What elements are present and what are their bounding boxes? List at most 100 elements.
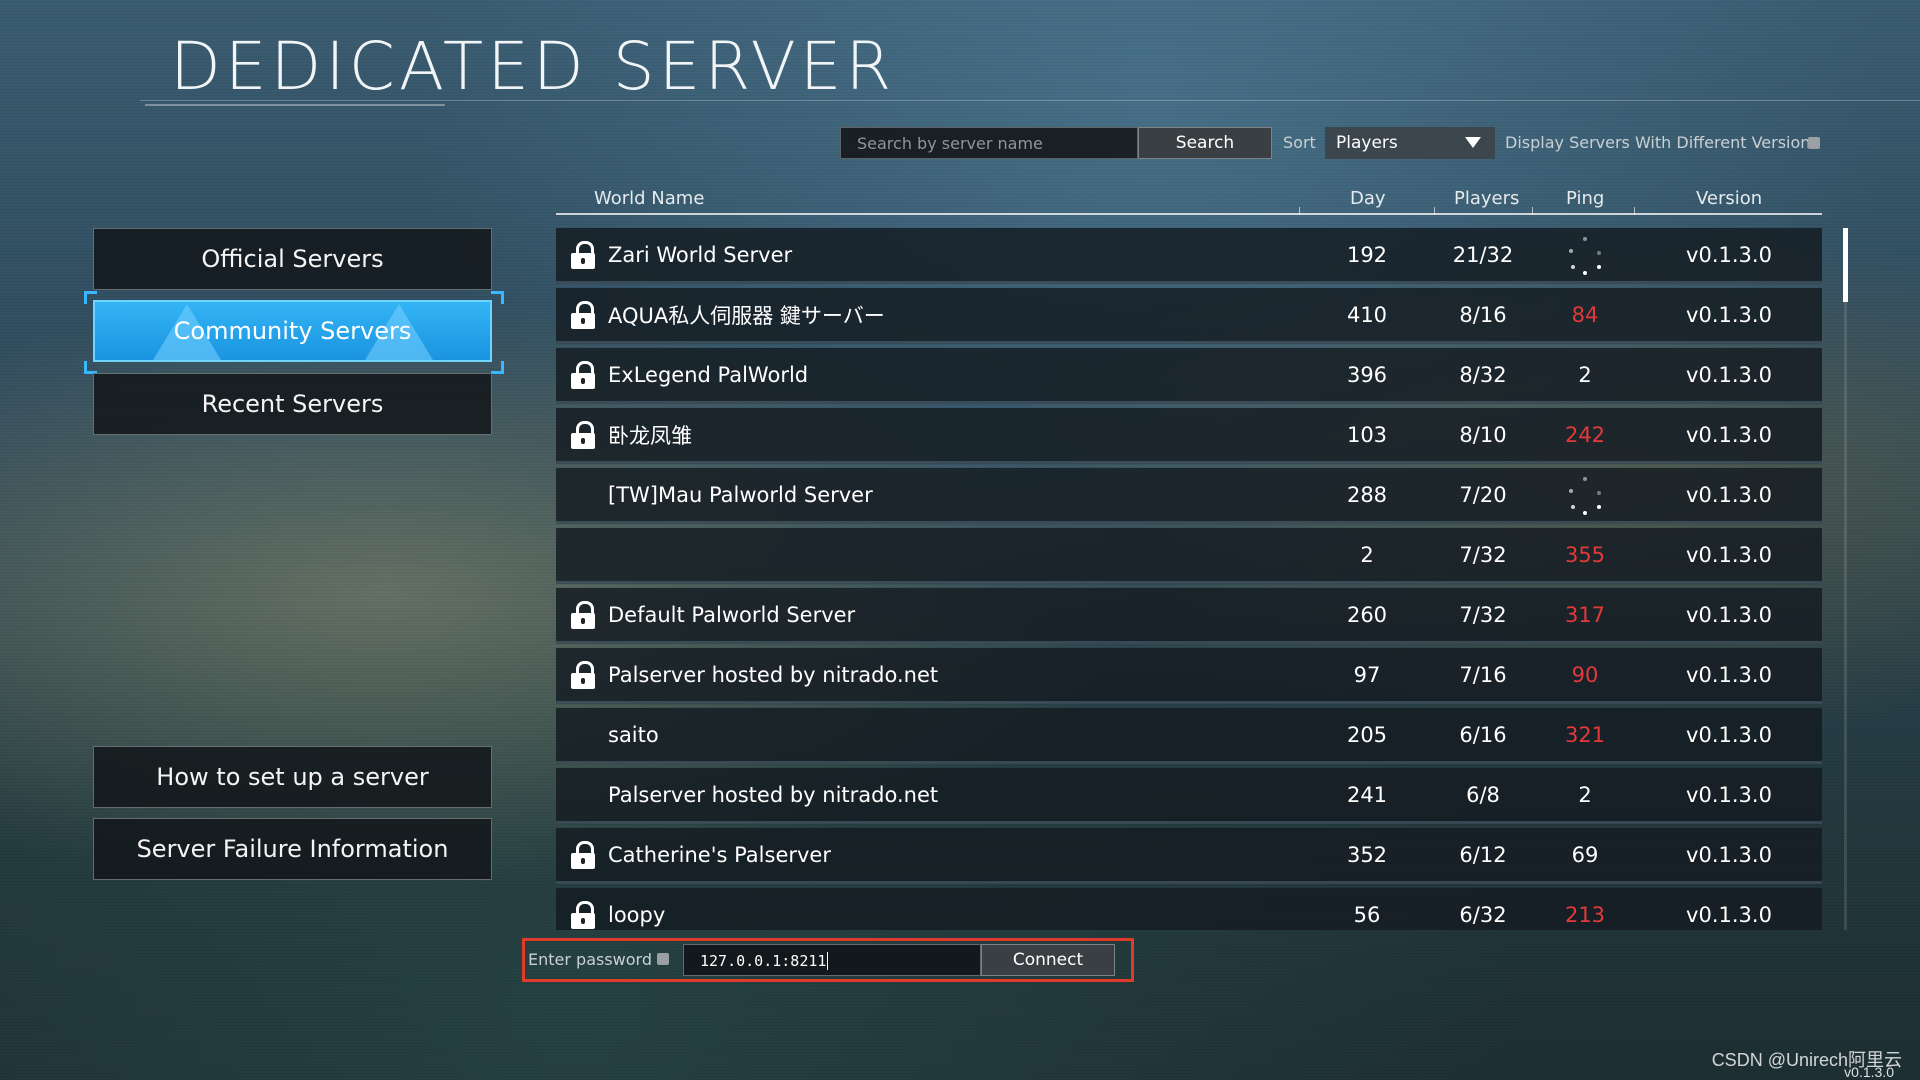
server-version: v0.1.3.0 — [1686, 902, 1772, 927]
server-name: [TW]Mau Palworld Server — [608, 482, 873, 507]
server-failure-info-button[interactable]: Server Failure Information — [93, 818, 492, 880]
server-version: v0.1.3.0 — [1686, 542, 1772, 567]
server-version: v0.1.3.0 — [1686, 302, 1772, 327]
server-day: 103 — [1346, 422, 1388, 447]
server-day: 2 — [1360, 542, 1374, 567]
server-ping: 317 — [1564, 602, 1606, 627]
dropdown-arrow-icon — [1465, 137, 1481, 148]
official-servers-button[interactable]: Official Servers — [93, 228, 492, 290]
server-name: Zari World Server — [608, 242, 793, 267]
official-servers-label: Official Servers — [201, 245, 384, 273]
server-row[interactable]: [TW]Mau Palworld Server 288 7/20 v0.1.3.0 — [556, 468, 1822, 524]
server-players: 7/16 — [1459, 662, 1507, 687]
search-button[interactable]: Search — [1138, 127, 1272, 159]
server-version: v0.1.3.0 — [1686, 482, 1772, 507]
server-row[interactable]: 卧龙凤雏 103 8/10 242 v0.1.3.0 — [556, 408, 1822, 464]
server-day: 241 — [1346, 782, 1388, 807]
server-row[interactable]: Catherine's Palserver 352 6/12 69 v0.1.3.0 — [556, 828, 1822, 884]
header-separator — [1532, 207, 1533, 215]
server-name: ExLegend PalWorld — [608, 362, 809, 387]
display-versions-label: Display Servers With Different Versions — [1505, 133, 1819, 152]
server-version: v0.1.3.0 — [1686, 722, 1772, 747]
server-row[interactable]: loopy 56 6/32 213 v0.1.3.0 — [556, 888, 1822, 930]
lock-icon — [571, 901, 597, 929]
server-ping: 84 — [1571, 302, 1599, 327]
server-row[interactable]: Palserver hosted by nitrado.net 97 7/16 90 v… — [556, 648, 1822, 704]
server-players: 6/8 — [1466, 782, 1500, 807]
sort-label: Sort — [1283, 133, 1316, 152]
search-input[interactable]: Search by server name — [840, 127, 1138, 159]
community-servers-label: Community Servers — [173, 317, 412, 345]
community-servers-button[interactable]: Community Servers — [93, 300, 492, 362]
enter-password-checkbox[interactable] — [657, 953, 669, 965]
server-version: v0.1.3.0 — [1686, 662, 1772, 687]
server-name: saito — [608, 722, 659, 747]
header-separator — [1299, 207, 1300, 215]
server-ping: 321 — [1564, 722, 1606, 747]
title-accent-line — [145, 104, 445, 106]
server-row[interactable]: ExLegend PalWorld 396 8/32 2 v0.1.3.0 — [556, 348, 1822, 404]
server-day: 352 — [1346, 842, 1388, 867]
server-day: 410 — [1346, 302, 1388, 327]
server-ping: 213 — [1564, 902, 1606, 927]
server-name: Palserver hosted by nitrado.net — [608, 782, 939, 807]
header-day[interactable]: Day — [1350, 188, 1386, 209]
header-ping[interactable]: Ping — [1566, 188, 1604, 209]
server-name: Default Palworld Server — [608, 602, 856, 627]
header-separator — [1434, 207, 1435, 215]
enter-password-label: Enter password — [528, 950, 652, 969]
server-day: 97 — [1353, 662, 1381, 687]
lock-icon — [571, 841, 597, 869]
server-address-input[interactable]: 127.0.0.1:8211 — [683, 944, 981, 976]
server-name: Palserver hosted by nitrado.net — [608, 662, 939, 687]
server-players: 7/32 — [1459, 602, 1507, 627]
server-ping: 90 — [1571, 662, 1599, 687]
recent-servers-button[interactable]: Recent Servers — [93, 373, 492, 435]
page-title: DEDICATED SERVER — [170, 28, 896, 105]
server-list[interactable]: Zari World Server 192 21/32 v0.1.3.0 AQUA私人伺… — [556, 228, 1822, 930]
server-players: 6/16 — [1459, 722, 1507, 747]
selection-corner-tr — [491, 291, 504, 304]
server-row[interactable]: Default Palworld Server 260 7/32 317 v0.1.3.… — [556, 588, 1822, 644]
server-players: 6/32 — [1459, 902, 1507, 927]
server-version: v0.1.3.0 — [1686, 422, 1772, 447]
lock-icon — [571, 601, 597, 629]
title-divider — [140, 100, 1920, 101]
connect-button[interactable]: Connect — [981, 944, 1115, 976]
server-row[interactable]: saito 205 6/16 321 v0.1.3.0 — [556, 708, 1822, 764]
server-failure-label: Server Failure Information — [136, 835, 449, 863]
server-players: 8/32 — [1459, 362, 1507, 387]
server-row[interactable]: 2 7/32 355 v0.1.3.0 — [556, 528, 1822, 584]
server-version: v0.1.3.0 — [1686, 602, 1772, 627]
server-row[interactable]: Palserver hosted by nitrado.net 241 6/8 2 v0… — [556, 768, 1822, 824]
server-ping: 69 — [1571, 842, 1599, 867]
header-separator — [1634, 207, 1635, 215]
server-players: 8/10 — [1459, 422, 1507, 447]
server-players: 6/12 — [1459, 842, 1507, 867]
server-ping: 355 — [1564, 542, 1606, 567]
selection-corner-br — [491, 361, 504, 374]
scrollbar-thumb[interactable] — [1843, 228, 1848, 302]
server-day: 205 — [1346, 722, 1388, 747]
server-row[interactable]: AQUA私人伺服器 鍵サーバー 410 8/16 84 v0.1.3.0 — [556, 288, 1822, 344]
server-version: v0.1.3.0 — [1686, 242, 1772, 267]
server-row[interactable]: Zari World Server 192 21/32 v0.1.3.0 — [556, 228, 1822, 284]
how-to-setup-server-button[interactable]: How to set up a server — [93, 746, 492, 808]
ping-loading-icon — [1565, 475, 1605, 515]
scrollbar-track[interactable] — [1844, 228, 1847, 930]
server-name: loopy — [608, 902, 666, 927]
sort-dropdown[interactable]: Players — [1325, 127, 1495, 159]
header-world-name[interactable]: World Name — [594, 188, 704, 209]
server-day: 260 — [1346, 602, 1388, 627]
lock-icon — [571, 361, 597, 389]
server-players: 7/32 — [1459, 542, 1507, 567]
display-versions-checkbox[interactable] — [1808, 137, 1820, 149]
header-version[interactable]: Version — [1696, 188, 1762, 209]
header-players[interactable]: Players — [1454, 188, 1519, 209]
lock-icon — [571, 241, 597, 269]
lock-icon — [571, 301, 597, 329]
server-ping: 242 — [1564, 422, 1606, 447]
server-version: v0.1.3.0 — [1686, 842, 1772, 867]
selection-corner-tl — [84, 291, 97, 304]
server-day: 56 — [1353, 902, 1381, 927]
